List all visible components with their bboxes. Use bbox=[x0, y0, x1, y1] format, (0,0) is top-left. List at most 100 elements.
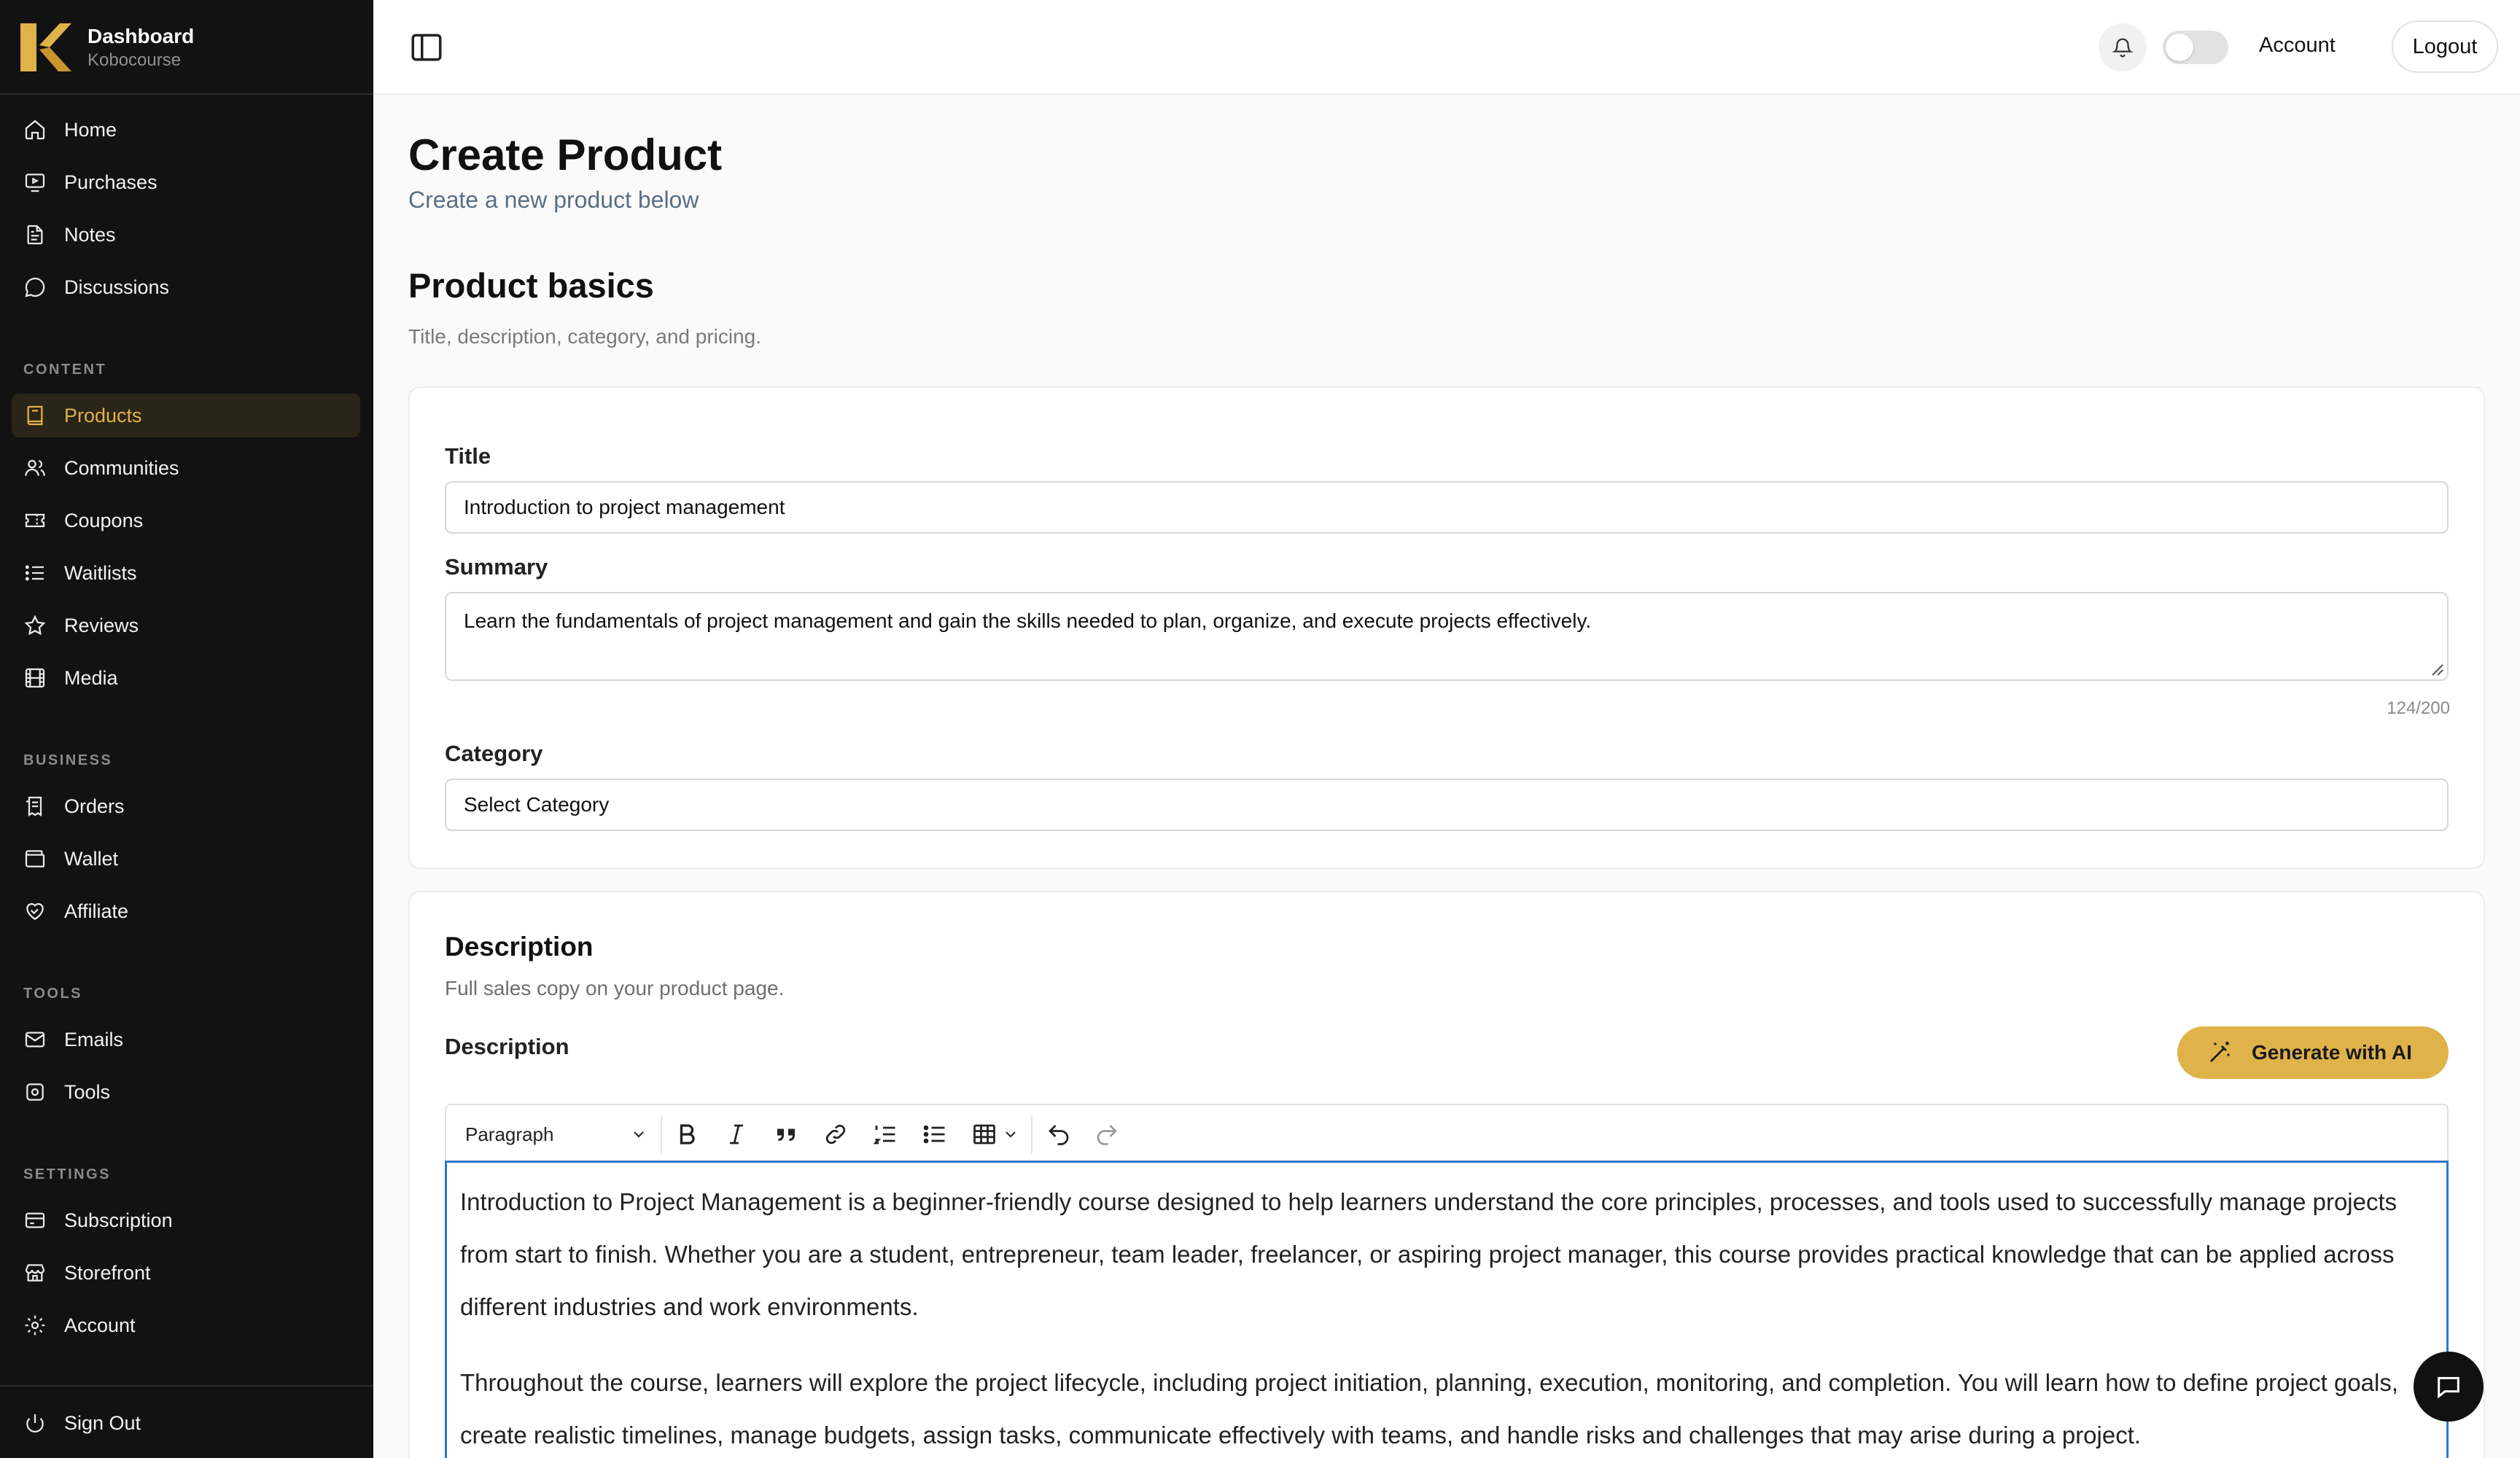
product-basics-subtitle: Title, description, category, and pricin… bbox=[408, 325, 762, 348]
users-icon bbox=[25, 459, 45, 476]
toolbar-separator bbox=[661, 1115, 662, 1153]
generate-with-ai-label: Generate with AI bbox=[2252, 1041, 2412, 1064]
bold-icon[interactable] bbox=[674, 1121, 700, 1147]
sidebar-item-label: Account bbox=[64, 1314, 136, 1336]
description-editor[interactable]: Introduction to Project Management is a … bbox=[445, 1161, 2449, 1458]
sign-out-button[interactable]: Sign Out bbox=[12, 1401, 360, 1445]
summary-char-counter: 124/200 bbox=[2387, 698, 2450, 718]
sidebar-item-emails[interactable]: Emails bbox=[12, 1018, 360, 1061]
sidebar-item-coupons[interactable]: Coupons bbox=[12, 499, 360, 542]
editor-paragraph: Introduction to Project Management is a … bbox=[460, 1188, 2398, 1320]
bullet-list-icon[interactable] bbox=[922, 1121, 948, 1147]
title-label: Title bbox=[445, 443, 491, 469]
block-type-select[interactable]: Paragraph bbox=[465, 1120, 648, 1149]
chat-bubble-icon bbox=[25, 277, 45, 297]
editor-toolbar: Paragraph bbox=[445, 1104, 2449, 1162]
sidebar-item-label: Subscription bbox=[64, 1209, 173, 1231]
category-select[interactable]: Select Category bbox=[445, 779, 2449, 831]
sidebar-item-purchases[interactable]: Purchases bbox=[12, 160, 360, 204]
sidebar-item-products[interactable]: Products bbox=[12, 394, 360, 437]
sidebar-section-business: BUSINESS bbox=[23, 752, 113, 768]
title-input[interactable]: Introduction to project management bbox=[445, 481, 2449, 534]
sidebar: Dashboard Kobocourse Home Purchases Note… bbox=[0, 0, 373, 1458]
brand-subtitle: Kobocourse bbox=[88, 50, 182, 70]
sidebar-item-wallet[interactable]: Wallet bbox=[12, 837, 360, 881]
kobocourse-logo bbox=[20, 23, 71, 71]
sidebar-item-waitlists[interactable]: Waitlists bbox=[12, 551, 360, 595]
receipt-icon bbox=[26, 796, 42, 817]
sidebar-item-label: Products bbox=[64, 404, 142, 426]
chat-icon bbox=[2438, 1376, 2459, 1399]
sidebar-item-label: Coupons bbox=[64, 509, 144, 531]
sidebar-item-label: Tools bbox=[64, 1080, 111, 1103]
sidebar-section-content: CONTENT bbox=[23, 362, 107, 378]
sidebar-item-reviews[interactable]: Reviews bbox=[12, 604, 360, 647]
logout-button[interactable]: Logout bbox=[2392, 20, 2498, 73]
sidebar-item-subscription[interactable]: Subscription bbox=[12, 1198, 360, 1242]
account-link[interactable]: Account bbox=[2259, 34, 2336, 58]
chat-support-button[interactable] bbox=[2414, 1352, 2484, 1422]
sidebar-section-settings: SETTINGS bbox=[23, 1166, 112, 1182]
product-basics-title: Product basics bbox=[408, 266, 654, 305]
description-title: Description bbox=[445, 932, 594, 962]
chevron-down-icon bbox=[634, 1131, 644, 1138]
sidebar-item-label: Emails bbox=[64, 1028, 124, 1050]
sidebar-item-label: Storefront bbox=[64, 1261, 151, 1284]
table-chevron-down-icon[interactable] bbox=[1002, 1121, 1019, 1147]
quote-icon[interactable] bbox=[773, 1121, 799, 1147]
toggle-sidebar-icon[interactable] bbox=[408, 29, 445, 66]
sidebar-item-label: Purchases bbox=[64, 171, 158, 193]
purchases-icon bbox=[25, 174, 45, 192]
film-icon bbox=[25, 668, 45, 688]
sidebar-item-label: Home bbox=[64, 118, 117, 141]
sidebar-item-label: Media bbox=[64, 666, 118, 689]
description-subtitle: Full sales copy on your product page. bbox=[445, 977, 785, 999]
ticket-icon bbox=[25, 513, 45, 528]
sidebar-item-label: Communities bbox=[64, 456, 179, 479]
summary-text: Learn the fundamentals of project manage… bbox=[464, 609, 1592, 632]
sidebar-item-storefront[interactable]: Storefront bbox=[12, 1251, 360, 1295]
redo-icon[interactable] bbox=[1094, 1121, 1120, 1147]
page-subtitle: Create a new product below bbox=[408, 187, 699, 213]
sidebar-divider bbox=[0, 1385, 373, 1387]
sidebar-item-label: Waitlists bbox=[64, 561, 137, 584]
book-icon bbox=[27, 405, 43, 426]
resize-handle-icon[interactable] bbox=[2428, 660, 2444, 677]
credit-card-icon bbox=[25, 1212, 45, 1228]
topbar: Account Logout bbox=[373, 0, 2520, 95]
ordered-list-icon[interactable] bbox=[872, 1121, 898, 1147]
store-icon bbox=[25, 1264, 45, 1282]
undo-icon[interactable] bbox=[1046, 1121, 1072, 1147]
sidebar-divider bbox=[0, 93, 373, 95]
brand[interactable]: Dashboard Kobocourse bbox=[20, 22, 194, 73]
sidebar-item-label: Discussions bbox=[64, 276, 170, 298]
sidebar-item-account[interactable]: Account bbox=[12, 1303, 360, 1347]
sidebar-item-label: Notes bbox=[64, 223, 116, 246]
sidebar-item-notes[interactable]: Notes bbox=[12, 213, 360, 257]
sidebar-item-tools[interactable]: Tools bbox=[12, 1070, 360, 1114]
sidebar-item-discussions[interactable]: Discussions bbox=[12, 265, 360, 309]
sidebar-item-home[interactable]: Home bbox=[12, 108, 360, 152]
sidebar-item-media[interactable]: Media bbox=[12, 656, 360, 700]
generate-with-ai-button[interactable]: Generate with AI bbox=[2177, 1026, 2449, 1079]
link-icon[interactable] bbox=[822, 1121, 849, 1147]
page-title: Create Product bbox=[408, 130, 723, 179]
sidebar-section-tools: TOOLS bbox=[23, 986, 83, 1002]
italic-icon[interactable] bbox=[723, 1121, 750, 1147]
sidebar-item-communities[interactable]: Communities bbox=[12, 446, 360, 490]
sidebar-item-affiliate[interactable]: Affiliate bbox=[12, 889, 360, 933]
mail-icon bbox=[25, 1032, 45, 1048]
table-icon[interactable] bbox=[971, 1121, 998, 1147]
theme-toggle[interactable] bbox=[2163, 31, 2228, 64]
list-icon bbox=[25, 565, 44, 581]
bell-icon bbox=[2112, 38, 2134, 58]
sign-out-label: Sign Out bbox=[64, 1411, 141, 1434]
handshake-icon bbox=[26, 903, 44, 920]
notifications-button[interactable] bbox=[2099, 23, 2147, 71]
sidebar-item-label: Affiliate bbox=[64, 900, 129, 922]
summary-label: Summary bbox=[445, 554, 548, 580]
summary-textarea[interactable]: Learn the fundamentals of project manage… bbox=[445, 592, 2449, 681]
category-label: Category bbox=[445, 741, 543, 766]
toolbar-separator bbox=[1031, 1115, 1032, 1153]
sidebar-item-orders[interactable]: Orders bbox=[12, 784, 360, 828]
